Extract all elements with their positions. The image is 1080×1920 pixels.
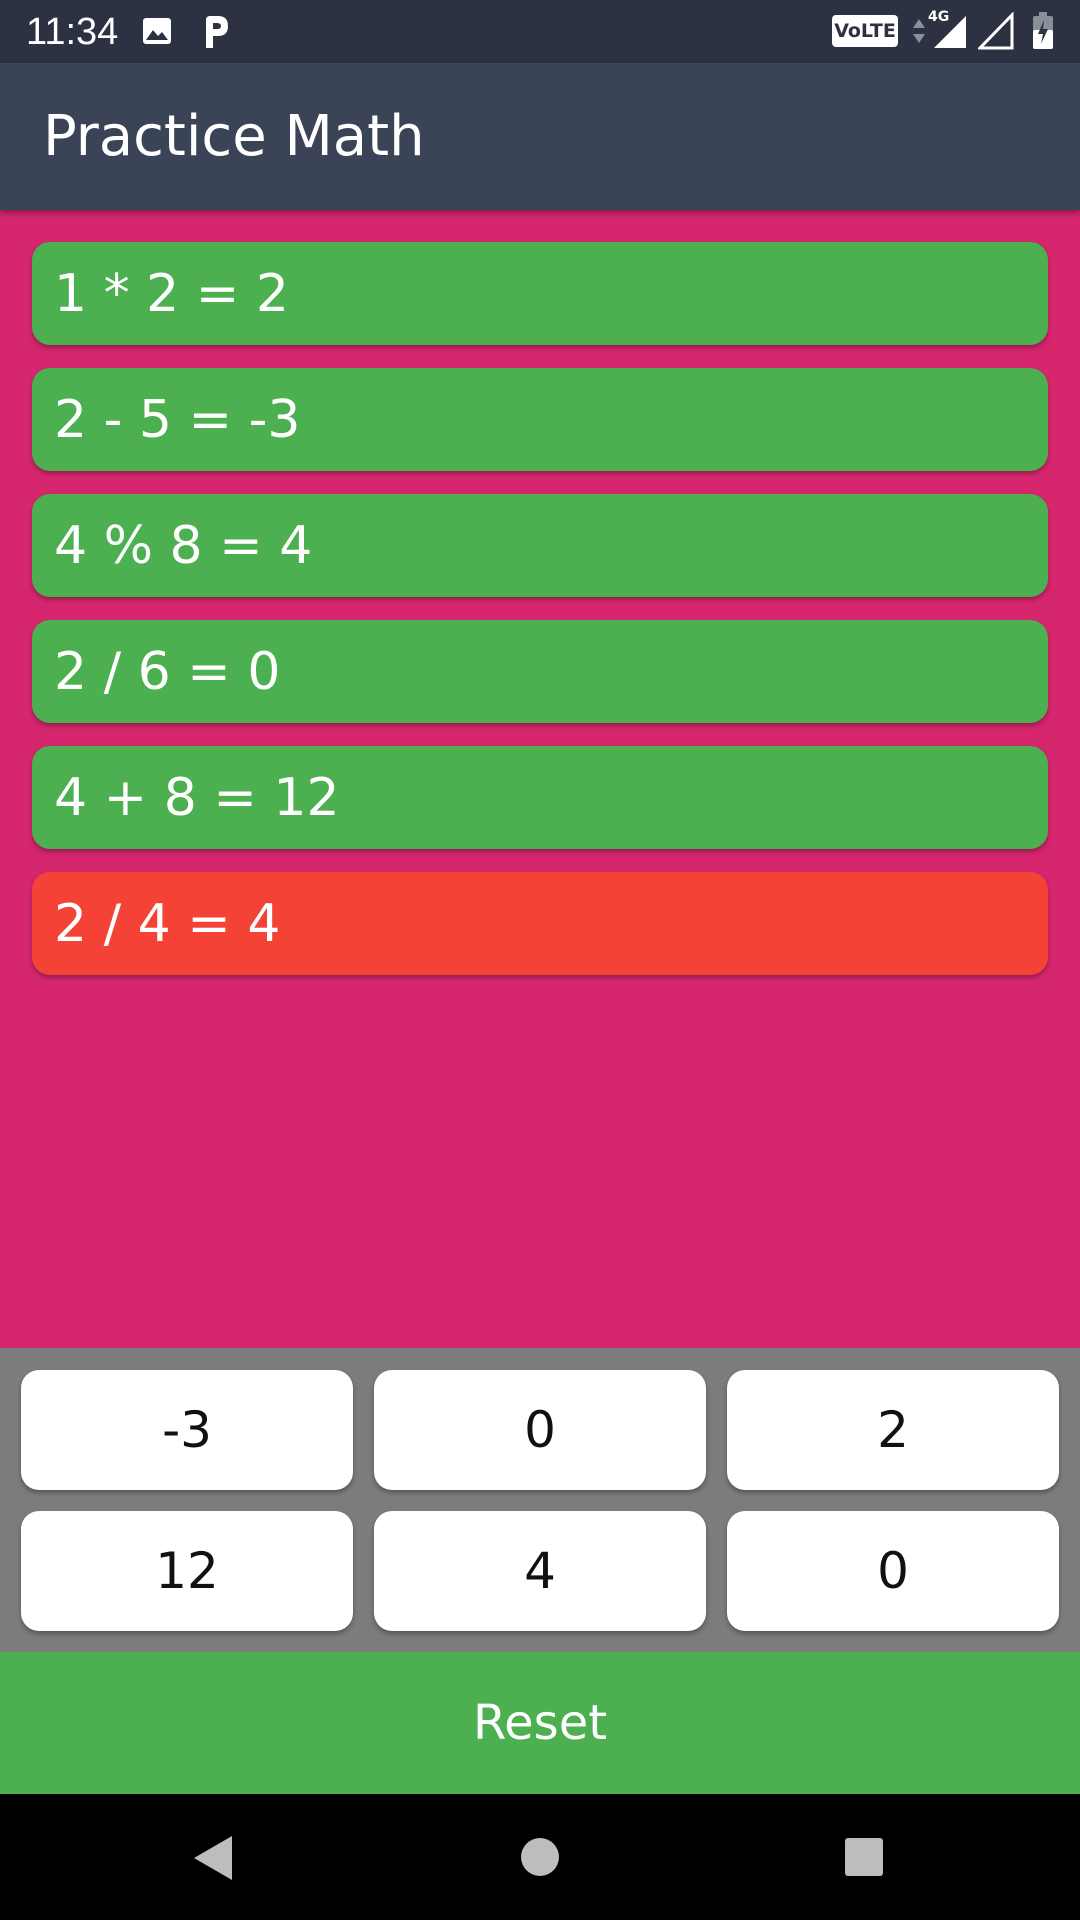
question-text: 2 / 6 = 0: [54, 641, 281, 702]
data-arrows-icon: [913, 19, 925, 43]
recents-icon[interactable]: [844, 1837, 884, 1877]
question-text: 4 % 8 = 4: [54, 515, 313, 576]
question-card: 4 % 8 = 4: [32, 494, 1048, 597]
answer-button[interactable]: -3: [21, 1370, 353, 1490]
question-card: 1 * 2 = 2: [32, 242, 1048, 345]
question-text: 2 - 5 = -3: [54, 389, 301, 450]
question-card: 4 + 8 = 12: [32, 746, 1048, 849]
answer-grid: -3 0 2 12 4 0: [21, 1370, 1059, 1631]
question-card-current: 2 / 4 = 4: [32, 872, 1048, 975]
gallery-icon: [143, 18, 171, 44]
p-app-icon: [206, 16, 228, 48]
question-card: 2 - 5 = -3: [32, 368, 1048, 471]
question-text: 2 / 4 = 4: [54, 893, 281, 954]
app-screen: 11:34 VoLTE 4G Practice Math 1 * 2 = 2 2…: [0, 0, 1080, 1920]
reset-button[interactable]: Reset: [0, 1652, 1080, 1794]
answer-button[interactable]: 2: [727, 1370, 1059, 1490]
question-text: 4 + 8 = 12: [54, 767, 340, 828]
question-text: 1 * 2 = 2: [54, 263, 289, 324]
signal-empty-icon: [978, 12, 1014, 50]
answer-button[interactable]: 4: [374, 1511, 706, 1631]
answer-button[interactable]: 0: [374, 1370, 706, 1490]
answer-button[interactable]: 0: [727, 1511, 1059, 1631]
status-bar: 11:34 VoLTE 4G: [0, 0, 1080, 63]
volte-badge: VoLTE: [832, 15, 898, 47]
back-icon[interactable]: [190, 1834, 236, 1882]
answer-button[interactable]: 12: [21, 1511, 353, 1631]
answer-panel: -3 0 2 12 4 0: [0, 1348, 1080, 1652]
home-icon[interactable]: [520, 1837, 560, 1877]
status-time: 11:34: [26, 11, 119, 53]
question-card: 2 / 6 = 0: [32, 620, 1048, 723]
app-bar: Practice Math: [0, 63, 1080, 210]
network-type-label: 4G: [928, 9, 950, 25]
app-title: Practice Math: [43, 104, 425, 169]
reset-label: Reset: [472, 1695, 608, 1751]
navigation-bar: [0, 1794, 1080, 1920]
question-list: 1 * 2 = 2 2 - 5 = -3 4 % 8 = 4 2 / 6 = 0…: [32, 242, 1048, 998]
battery-charging-icon: [1033, 12, 1053, 49]
